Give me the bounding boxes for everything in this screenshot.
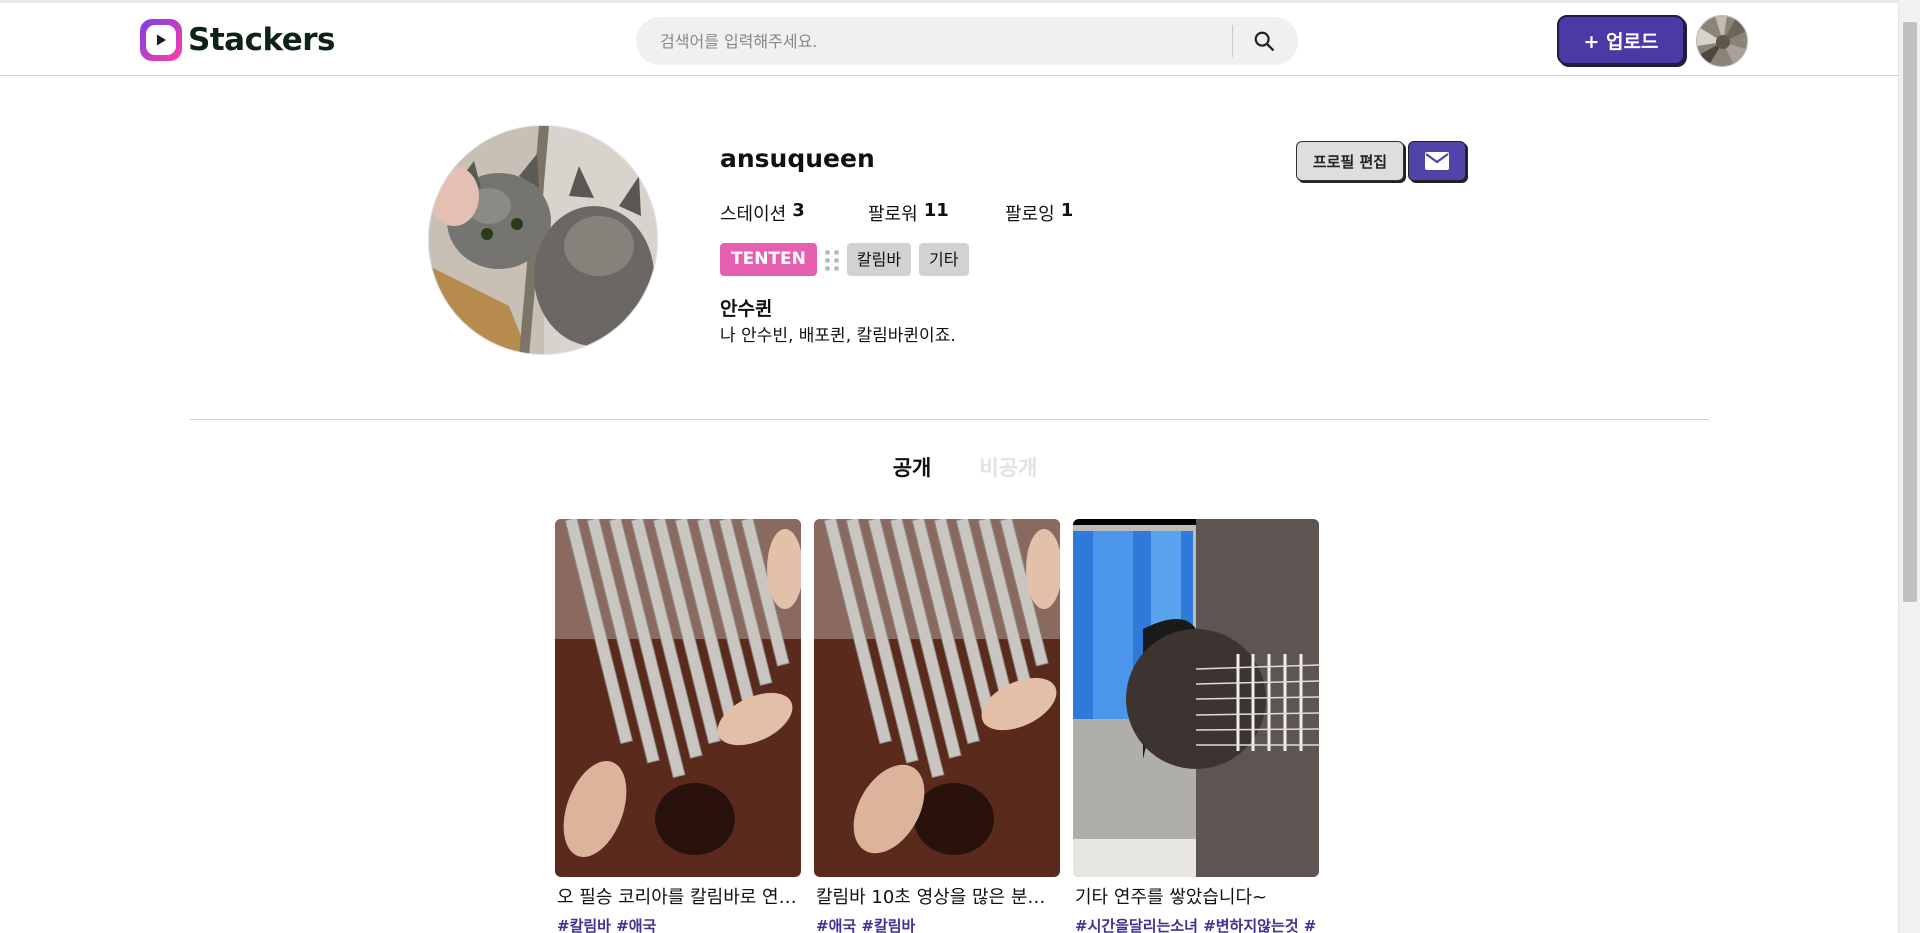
tag-item: 기타	[919, 243, 969, 276]
profile-username: ansuqueen	[720, 144, 875, 173]
search-input[interactable]	[660, 17, 1240, 65]
search-icon	[1254, 31, 1274, 51]
stat-label: 팔로잉	[1005, 204, 1055, 225]
video-thumbnail[interactable]	[1073, 519, 1319, 877]
video-card[interactable]: 칼림바 10초 영상을 많은 분들이 좋아해주셔서 #애국 #칼림바	[814, 519, 1060, 933]
page: Stackers + 업로드	[0, 0, 1920, 933]
tag-item: 칼림바	[846, 243, 912, 276]
video-title[interactable]: 오 필승 코리아를 칼림바로 연주해봤어요	[555, 883, 801, 909]
avatar-image	[1697, 16, 1747, 66]
stat-stations[interactable]: 스테이션 3	[720, 200, 868, 226]
profile-avatar	[428, 125, 658, 355]
stat-label: 스테이션	[720, 204, 787, 225]
stat-label: 팔로워	[868, 204, 918, 225]
video-card[interactable]: 기타 연주를 쌓았습니다~ #시간을달리는소녀 #변하지않는것 #	[1073, 519, 1319, 933]
video-card[interactable]: 오 필승 코리아를 칼림바로 연주해봤어요 #칼림바 #애국	[555, 519, 801, 933]
search-divider	[1232, 25, 1233, 57]
vertical-scrollbar[interactable]	[1898, 0, 1920, 933]
visibility-tabs: 공개 비공개	[0, 452, 1898, 482]
video-thumbnail[interactable]	[814, 519, 1060, 877]
profile-bio: 나 안수빈, 배포퀸, 칼림바퀸이죠.	[720, 326, 956, 346]
video-title[interactable]: 칼림바 10초 영상을 많은 분들이 좋아해주셔서	[814, 883, 1060, 909]
video-hashtags[interactable]: #시간을달리는소녀 #변하지않는것 #	[1073, 915, 1319, 933]
search-bar	[636, 17, 1298, 65]
stat-value: 3	[792, 200, 805, 221]
tab-public[interactable]: 공개	[893, 452, 932, 482]
stat-following[interactable]: 팔로잉 1	[1005, 200, 1073, 226]
video-title[interactable]: 기타 연주를 쌓았습니다~	[1073, 883, 1319, 909]
header: Stackers + 업로드	[0, 3, 1898, 76]
drag-handle-icon[interactable]	[824, 249, 839, 271]
profile-photo	[429, 126, 657, 354]
upload-button[interactable]: + 업로드	[1557, 15, 1685, 65]
section-divider	[190, 419, 1709, 420]
tab-private[interactable]: 비공개	[979, 452, 1037, 482]
search-button[interactable]	[1246, 25, 1282, 57]
stat-value: 11	[923, 200, 949, 221]
stat-value: 1	[1060, 200, 1074, 221]
mail-icon	[1425, 152, 1449, 170]
message-button[interactable]	[1408, 141, 1466, 181]
video-thumbnail[interactable]	[555, 519, 801, 877]
profile-stats: 스테이션 3 팔로워 11 팔로잉 1	[720, 200, 1073, 226]
play-logo-icon	[140, 19, 182, 61]
stat-followers[interactable]: 팔로워 11	[868, 200, 1005, 226]
logo-text: Stackers	[188, 22, 336, 58]
scrollbar-thumb[interactable]	[1903, 22, 1917, 602]
edit-profile-button[interactable]: 프로필 편집	[1296, 141, 1404, 181]
video-hashtags[interactable]: #애국 #칼림바	[814, 915, 1060, 933]
user-avatar[interactable]	[1696, 15, 1748, 67]
video-hashtags[interactable]: #칼림바 #애국	[555, 915, 801, 933]
tag-primary: TENTEN	[720, 243, 817, 276]
logo[interactable]: Stackers	[140, 19, 336, 61]
profile-display-name: 안수퀸	[720, 298, 773, 320]
profile-tags: TENTEN 칼림바 기타	[720, 243, 969, 276]
